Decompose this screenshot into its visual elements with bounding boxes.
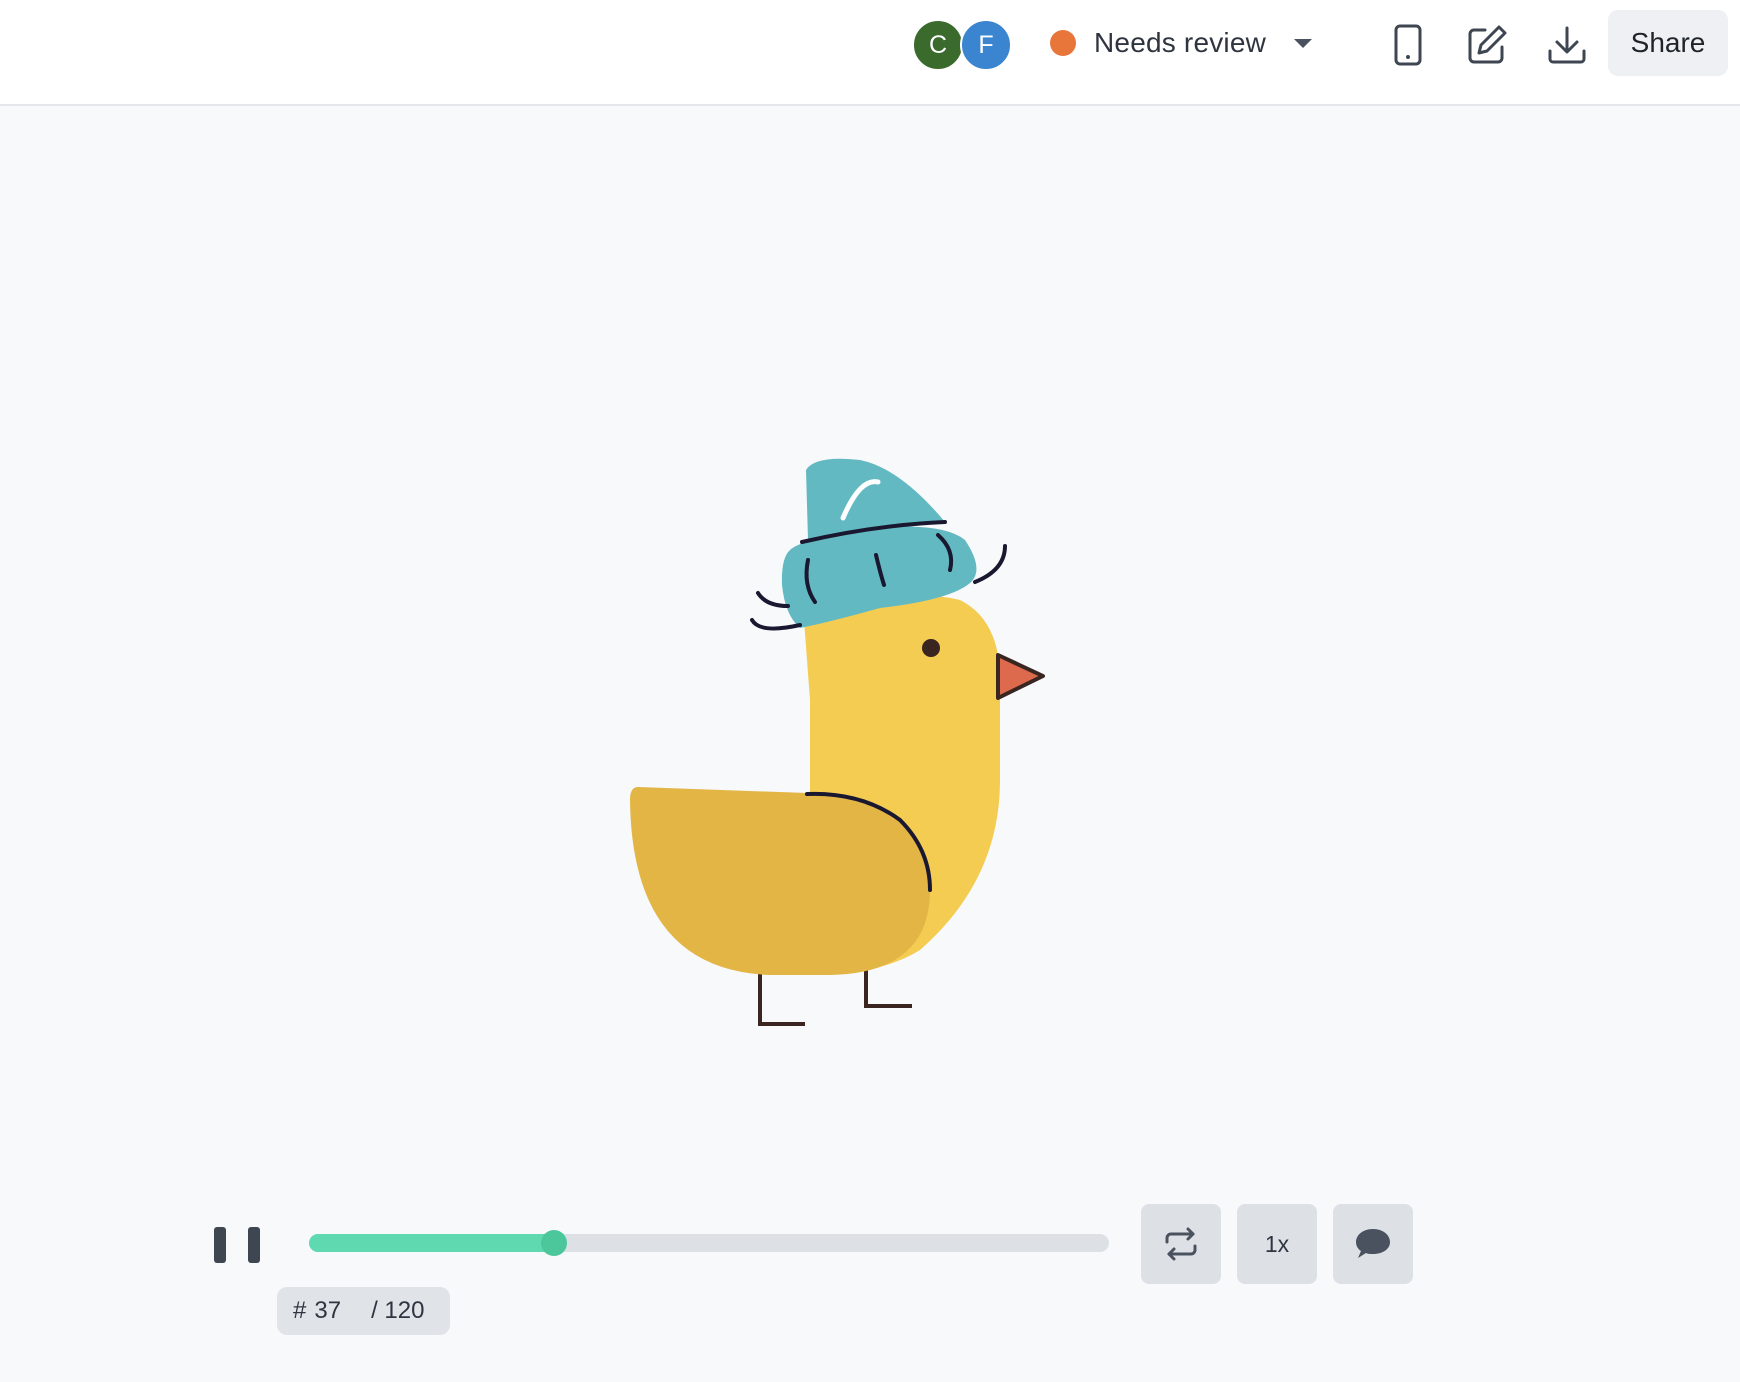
status-dropdown[interactable]: Needs review [1050,20,1313,66]
chevron-down-icon [1294,38,1313,48]
playback-speed-button[interactable]: 1x [1237,1204,1317,1284]
top-bar: C F Needs review Share [0,0,1740,106]
duck-animation-illustration [630,458,1045,1026]
avatar-collaborator-f[interactable]: F [960,19,1012,71]
mobile-preview-button[interactable] [1381,18,1435,72]
edit-button[interactable] [1460,18,1514,72]
status-label: Needs review [1094,27,1267,58]
comment-icon [1356,1229,1390,1258]
edit-icon [1468,25,1507,64]
frame-hash-label: # [293,1297,307,1324]
current-frame-input[interactable]: 37 [314,1297,341,1325]
avatar-initial: F [978,30,994,59]
pause-icon-bar-left [214,1227,226,1263]
avatar-initial: C [928,30,948,59]
comment-button[interactable] [1333,1204,1413,1284]
frame-counter: # 37 / 120 [277,1287,450,1335]
download-icon [1548,26,1586,64]
pause-button[interactable] [214,1222,260,1268]
download-button[interactable] [1540,18,1594,72]
share-button[interactable]: Share [1608,10,1728,76]
timeline-thumb[interactable] [540,1230,567,1256]
total-frames-label: / 120 [371,1297,425,1324]
pause-icon-bar-right [248,1227,260,1263]
avatar-collaborator-c[interactable]: C [912,19,964,71]
mobile-preview-icon [1394,24,1422,66]
playback-speed-label: 1x [1264,1230,1290,1257]
timeline-scrubber[interactable] [309,1230,1109,1256]
loop-button[interactable] [1141,1204,1221,1284]
status-indicator-dot [1050,30,1076,56]
timeline-progress-fill [309,1234,554,1252]
loop-icon [1165,1227,1197,1261]
